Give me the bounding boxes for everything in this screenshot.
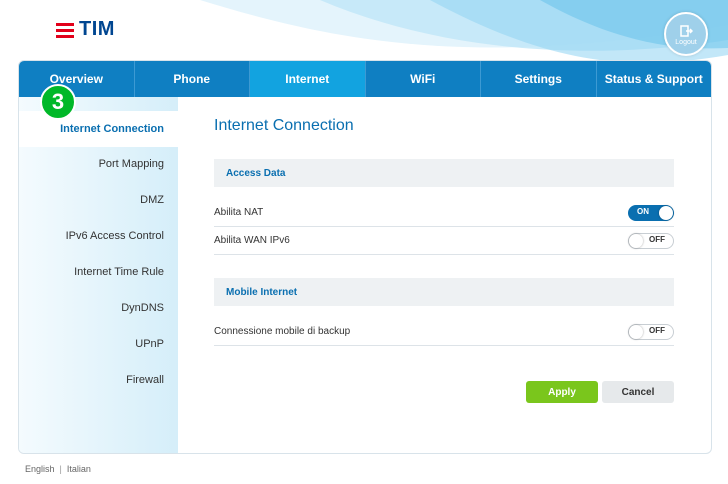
language-english-link[interactable]: English <box>25 464 55 474</box>
toggle-state-label: OFF <box>649 325 665 335</box>
wan-ipv6-toggle[interactable]: OFF <box>628 232 674 249</box>
sidebar: Internet Connection Port Mapping DMZ IPv… <box>19 97 178 453</box>
page-title: Internet Connection <box>214 117 354 134</box>
sidebar-item-dyndns[interactable]: DynDNS <box>121 302 164 314</box>
toggle-knob <box>629 324 643 339</box>
tab-settings[interactable]: Settings <box>481 61 597 97</box>
tab-overview[interactable]: Overview <box>19 61 135 97</box>
logout-door-icon <box>680 25 693 37</box>
logo-text: TIM <box>79 18 115 40</box>
row-abilita-nat: Abilita NAT ON <box>214 199 674 227</box>
sidebar-item-port-mapping[interactable]: Port Mapping <box>99 158 164 170</box>
main-content: Internet Connection Access Data Abilita … <box>214 97 674 453</box>
main-nav-tabs: Overview Phone Internet WiFi Settings St… <box>19 61 711 97</box>
row-abilita-wan-ipv6: Abilita WAN IPv6 OFF <box>214 227 674 255</box>
apply-button[interactable]: Apply <box>526 381 598 403</box>
toggle-state-label: ON <box>637 206 649 216</box>
tab-status-support[interactable]: Status & Support <box>596 61 711 97</box>
logout-label: Logout <box>675 39 697 46</box>
sidebar-item-ipv6-access-control[interactable]: IPv6 Access Control <box>66 230 164 242</box>
sidebar-item-internet-time-rule[interactable]: Internet Time Rule <box>74 266 164 278</box>
language-switcher: English | Italian <box>25 464 91 474</box>
step-number-badge: 3 <box>40 84 76 120</box>
toggle-state-label: OFF <box>649 234 665 244</box>
row-label: Abilita NAT <box>214 207 264 218</box>
language-italian-link[interactable]: Italian <box>67 464 91 474</box>
tab-wifi[interactable]: WiFi <box>365 61 481 97</box>
tim-logo-mark-icon <box>56 22 74 38</box>
tab-phone[interactable]: Phone <box>134 61 250 97</box>
tim-logo: TIM <box>56 18 115 41</box>
sidebar-item-dmz[interactable]: DMZ <box>140 194 164 206</box>
cancel-button[interactable]: Cancel <box>602 381 674 403</box>
tab-internet[interactable]: Internet <box>250 61 366 97</box>
row-label: Abilita WAN IPv6 <box>214 235 290 246</box>
section-access-data-heading: Access Data <box>214 159 674 187</box>
section-mobile-internet-heading: Mobile Internet <box>214 278 674 306</box>
sidebar-item-upnp[interactable]: UPnP <box>135 338 164 350</box>
mobile-backup-toggle[interactable]: OFF <box>628 323 674 340</box>
logout-button[interactable]: Logout <box>664 12 708 56</box>
row-label: Connessione mobile di backup <box>214 326 351 337</box>
toggle-knob <box>659 205 673 220</box>
sidebar-item-firewall[interactable]: Firewall <box>126 374 164 386</box>
sidebar-item-internet-connection[interactable]: Internet Connection <box>19 111 178 147</box>
row-connessione-mobile-backup: Connessione mobile di backup OFF <box>214 318 674 346</box>
toggle-knob <box>629 233 643 248</box>
nat-toggle[interactable]: ON <box>628 204 674 221</box>
main-card: Overview Phone Internet WiFi Settings St… <box>18 60 712 454</box>
language-separator: | <box>59 464 62 474</box>
